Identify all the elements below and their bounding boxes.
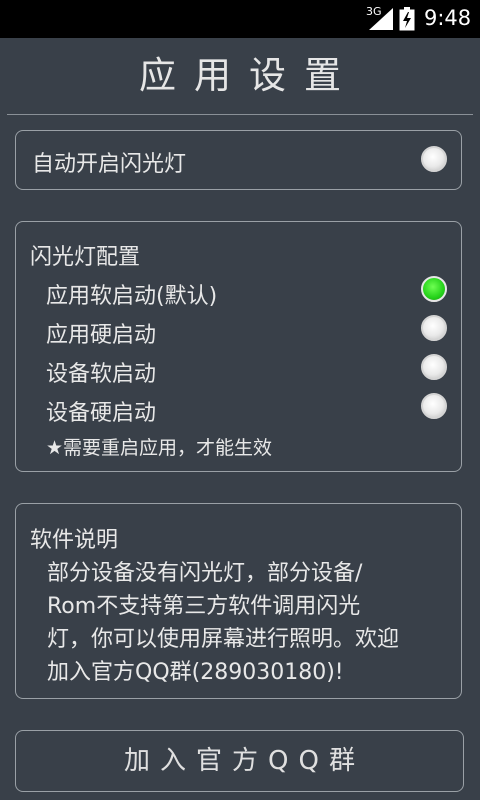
flash-config-title: 闪光灯配置 <box>30 245 141 270</box>
option-app-hard-start-label: 应用硬启动 <box>46 323 157 348</box>
auto-flash-radio[interactable] <box>421 146 447 172</box>
option-device-hard-start-label: 设备硬启动 <box>46 401 157 426</box>
about-title: 软件说明 <box>30 528 119 553</box>
page-title: 应用设置 <box>139 54 359 97</box>
clock: 9:48 <box>424 6 472 30</box>
auto-flash-row[interactable]: 自动开启闪光灯 <box>15 130 462 190</box>
option-device-hard-start-radio[interactable] <box>421 393 447 419</box>
title-divider <box>7 114 473 115</box>
option-app-soft-start-radio[interactable] <box>421 276 447 302</box>
flash-config-panel: 闪光灯配置 应用软启动(默认) 应用硬启动 设备软启动 设备硬启动 ★需要重启应… <box>15 221 462 472</box>
option-device-soft-start-radio[interactable] <box>421 354 447 380</box>
about-line: 灯，你可以使用屏幕进行照明。欢迎 <box>47 627 400 652</box>
battery-charging-icon <box>399 7 415 31</box>
about-line: Rom不支持第三方软件调用闪光 <box>47 594 361 619</box>
option-app-hard-start-radio[interactable] <box>421 315 447 341</box>
about-line: 部分设备没有闪光灯，部分设备/ <box>47 561 363 586</box>
about-description: 部分设备没有闪光灯，部分设备/ Rom不支持第三方软件调用闪光 灯，你可以使用屏… <box>47 557 447 689</box>
restart-note: ★需要重启应用，才能生效 <box>46 437 273 459</box>
auto-flash-label: 自动开启闪光灯 <box>32 152 187 177</box>
option-app-soft-start-label: 应用软启动(默认) <box>46 284 218 309</box>
status-bar: 3G 9:48 <box>0 0 480 38</box>
option-device-soft-start-label: 设备软启动 <box>46 362 157 387</box>
join-qq-group-button[interactable]: 加入官方QQ群 <box>15 730 464 792</box>
about-line: 加入官方QQ群(289030180)! <box>47 660 344 685</box>
signal-icon <box>369 8 393 30</box>
